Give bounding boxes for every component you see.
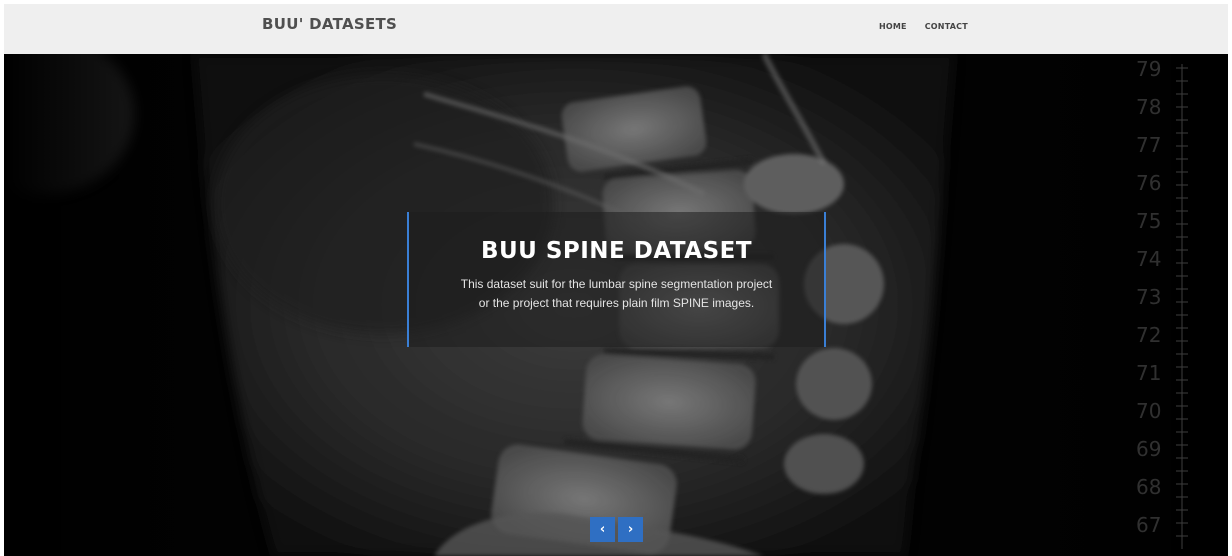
ruler-number: 67 xyxy=(1136,513,1161,537)
hero-carousel: 79 78 77 76 75 74 73 72 71 70 69 68 67 BUU SPINE DAT… xyxy=(4,54,1228,556)
ruler-number: 76 xyxy=(1136,171,1161,195)
hero-description-line-2: or the project that requires plain film … xyxy=(478,296,755,310)
carousel-next-button[interactable]: › xyxy=(618,517,643,542)
ruler-number: 79 xyxy=(1136,57,1161,81)
ruler-number: 68 xyxy=(1136,475,1161,499)
site-brand[interactable]: BUU' DATASETS xyxy=(262,15,397,33)
ruler-number: 70 xyxy=(1136,399,1161,423)
ruler-number: 69 xyxy=(1136,437,1161,461)
hero-description-line-1: This dataset suit for the lumbar spine s… xyxy=(460,277,773,291)
ruler-number: 74 xyxy=(1136,247,1161,271)
ruler-number: 72 xyxy=(1136,323,1161,347)
chevron-left-icon: ‹ xyxy=(599,522,606,537)
navbar: BUU' DATASETS HOME CONTACT xyxy=(4,4,1228,54)
page: BUU' DATASETS HOME CONTACT 79 78 77 76 7… xyxy=(4,4,1228,556)
nav-link-contact[interactable]: CONTACT xyxy=(925,22,968,31)
hero-title: BUU SPINE DATASET xyxy=(480,238,753,264)
nav-links: HOME CONTACT xyxy=(879,22,968,31)
hero-caption-box: BUU SPINE DATASET This dataset suit for … xyxy=(407,212,826,347)
ruler-number: 77 xyxy=(1136,133,1161,157)
ruler-number: 78 xyxy=(1136,95,1161,119)
carousel-prev-button[interactable]: ‹ xyxy=(590,517,615,542)
ruler-number: 75 xyxy=(1136,209,1161,233)
chevron-right-icon: › xyxy=(627,522,634,537)
ruler-number: 71 xyxy=(1136,361,1161,385)
ruler-number: 73 xyxy=(1136,285,1161,309)
nav-link-home[interactable]: HOME xyxy=(879,22,907,31)
